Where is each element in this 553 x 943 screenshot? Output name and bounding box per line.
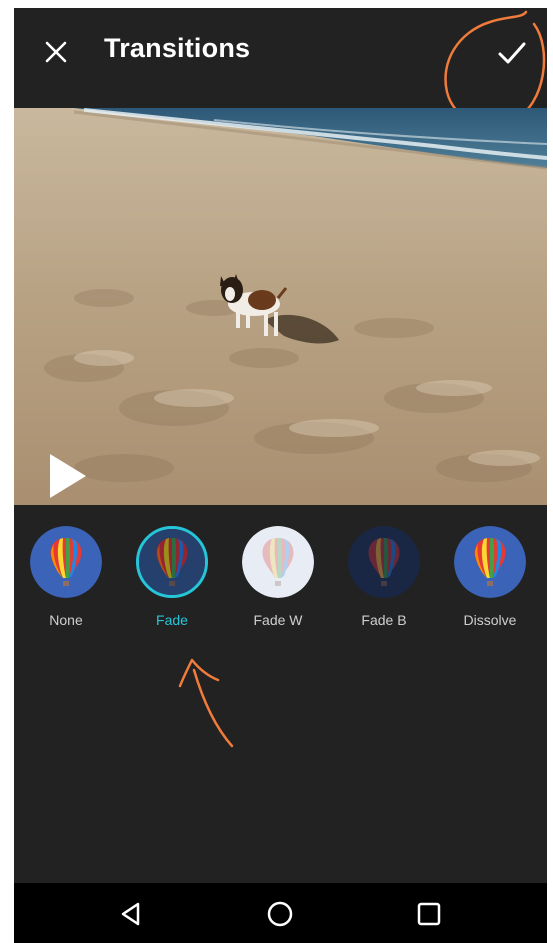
checkmark-icon: [498, 42, 526, 64]
transition-label: Fade W: [253, 612, 303, 628]
transition-label: None: [49, 612, 83, 628]
transition-thumbnail: [454, 526, 526, 598]
phone-screen: Transitions None Fade Fade W Fade B Diss…: [14, 8, 547, 943]
video-preview[interactable]: [14, 108, 547, 505]
transition-fade-black[interactable]: Fade B: [334, 526, 434, 636]
page-title: Transitions: [104, 33, 251, 63]
close-button[interactable]: [38, 34, 74, 70]
transition-thumbnail: [30, 526, 102, 598]
nav-recents-button[interactable]: [412, 897, 446, 931]
transition-dissolve[interactable]: Dissolve: [440, 526, 540, 636]
confirm-button[interactable]: [492, 33, 532, 73]
transition-none[interactable]: None: [16, 526, 116, 636]
transition-fade[interactable]: Fade: [122, 526, 222, 636]
nav-home-button[interactable]: [263, 897, 297, 931]
transition-thumbnail-selected: [136, 526, 208, 598]
nav-back-button[interactable]: [114, 897, 148, 931]
annotation-arrow: [178, 658, 234, 748]
beach-photo: [14, 108, 547, 505]
recents-square-icon: [417, 902, 441, 926]
home-circle-icon: [267, 901, 293, 927]
transition-label: Fade: [156, 612, 188, 628]
back-triangle-icon: [121, 902, 140, 926]
transition-label: Fade B: [361, 612, 407, 628]
transition-thumbnail: [242, 526, 314, 598]
transition-list: None Fade Fade W Fade B Dissolve: [14, 526, 547, 646]
top-bar: Transitions: [14, 8, 547, 126]
transition-fade-white[interactable]: Fade W: [228, 526, 328, 636]
transition-thumbnail: [348, 526, 420, 598]
transition-label: Dissolve: [463, 612, 517, 628]
play-button[interactable]: [50, 454, 86, 498]
system-nav-bar: [14, 883, 547, 943]
close-icon: [45, 41, 67, 63]
